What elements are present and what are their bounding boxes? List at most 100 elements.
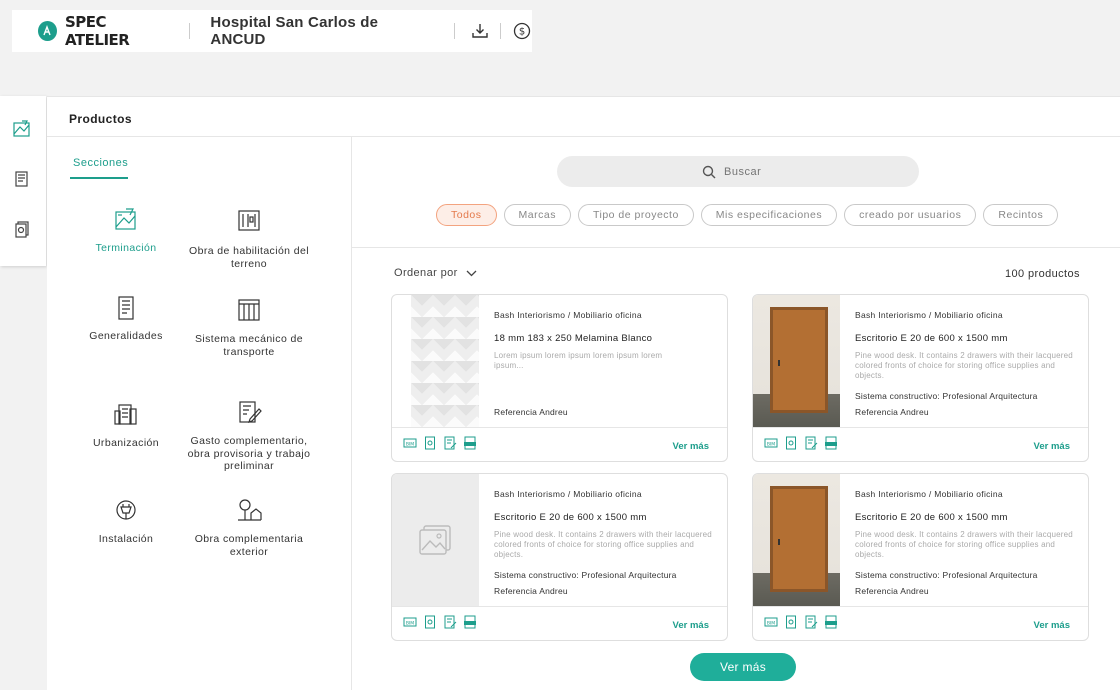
search-input[interactable] xyxy=(724,165,774,178)
card-divider xyxy=(753,606,1088,607)
bim-icon[interactable]: BIM xyxy=(763,614,778,629)
bim-icon[interactable]: BIM xyxy=(402,614,417,629)
finishes-rail-icon[interactable] xyxy=(11,118,33,140)
bim-icon[interactable]: BIM xyxy=(402,435,417,450)
dwg-icon[interactable] xyxy=(462,614,477,629)
product-name: Escritorio E 20 de 600 x 1500 mm xyxy=(494,512,647,523)
product-brand: Bash Interiorismo / Mobiliario oficina xyxy=(855,310,1003,320)
document-icon xyxy=(111,293,141,323)
file-icon[interactable] xyxy=(422,435,437,450)
documents-rail-icon[interactable] xyxy=(11,218,33,240)
product-reference: Referencia Andreu xyxy=(494,407,568,417)
section-gasto-complementario[interactable]: Gasto complementario, obra provisoria y … xyxy=(184,397,314,473)
filter-chip-marcas[interactable]: Marcas xyxy=(503,204,571,226)
elevator-icon xyxy=(234,295,264,325)
file-icon[interactable] xyxy=(783,435,798,450)
divider xyxy=(500,23,502,39)
app-name: SPEC ATELIER xyxy=(64,13,130,49)
dwg-icon[interactable] xyxy=(462,435,477,450)
product-system: Sistema constructivo: Profesional Arquit… xyxy=(855,570,1038,580)
product-name: 18 mm 183 x 250 Melamina Blanco xyxy=(494,333,653,344)
product-reference: Referencia Andreu xyxy=(855,407,929,417)
svg-text:$: $ xyxy=(518,27,524,38)
product-image xyxy=(753,474,840,606)
filter-chip-todos[interactable]: Todos xyxy=(436,204,497,226)
svg-text:BIM: BIM xyxy=(766,441,774,447)
section-urbanizacion[interactable]: Urbanización xyxy=(61,399,191,450)
product-system: Sistema constructivo: Profesional Arquit… xyxy=(855,391,1038,401)
card-divider xyxy=(392,606,727,607)
section-obra-exterior[interactable]: Obra complementaria exterior xyxy=(184,495,314,558)
product-description: Pine wood desk. It contains 2 drawers wi… xyxy=(855,351,1073,380)
product-card[interactable]: Bash Interiorismo / Mobiliario oficina E… xyxy=(391,473,728,641)
specs-rail-icon[interactable] xyxy=(11,168,33,190)
spec-sheet-icon[interactable] xyxy=(803,435,818,450)
sort-dropdown[interactable]: Ordenar por xyxy=(394,267,477,279)
filter-chip-tipo-proyecto[interactable]: Tipo de proyecto xyxy=(577,204,694,226)
dwg-icon[interactable] xyxy=(823,614,838,629)
section-label: Sistema mecánico de transporte xyxy=(195,333,303,358)
product-image xyxy=(753,295,840,427)
edit-document-icon xyxy=(234,397,264,427)
search-bar[interactable] xyxy=(557,156,919,187)
product-reference: Referencia Andreu xyxy=(494,586,568,596)
panel-header: Productos xyxy=(47,97,1120,137)
top-bar: SPEC ATELIER Hospital San Carlos de ANCU… xyxy=(12,10,532,52)
ver-mas-link[interactable]: Ver más xyxy=(1034,441,1070,452)
spec-sheet-icon[interactable] xyxy=(442,435,457,450)
section-label: Urbanización xyxy=(92,437,160,449)
filter-chip-recintos[interactable]: Recintos xyxy=(983,204,1059,226)
section-obra-habilitacion[interactable]: Obra de habilitación del terreno xyxy=(184,205,314,270)
bim-icon[interactable]: BIM xyxy=(763,435,778,450)
section-terminacion[interactable]: Terminación xyxy=(61,205,191,255)
file-icon[interactable] xyxy=(783,614,798,629)
project-title: Hospital San Carlos de ANCUD xyxy=(210,14,379,48)
section-generalidades[interactable]: Generalidades xyxy=(61,293,191,343)
section-label: Obra de habilitación del terreno xyxy=(189,245,309,270)
section-label: Obra complementaria exterior xyxy=(194,533,304,558)
product-image xyxy=(411,295,479,427)
spec-sheet-icon[interactable] xyxy=(442,614,457,629)
product-description: Pine wood desk. It contains 2 drawers wi… xyxy=(855,530,1073,559)
section-label: Terminación xyxy=(95,242,157,254)
landscape-icon xyxy=(234,495,264,525)
plug-icon xyxy=(111,495,141,525)
sort-label: Ordenar por xyxy=(394,267,458,279)
load-more-button[interactable]: Ver más xyxy=(690,653,796,681)
svg-text:BIM: BIM xyxy=(405,441,413,447)
currency-icon[interactable]: $ xyxy=(511,20,532,42)
product-reference: Referencia Andreu xyxy=(855,586,929,596)
product-card[interactable]: Bash Interiorismo / Mobiliario oficina 1… xyxy=(391,294,728,462)
ver-mas-link[interactable]: Ver más xyxy=(673,441,709,452)
image-placeholder-icon xyxy=(418,525,451,555)
logo-icon xyxy=(38,21,57,41)
finishes-icon xyxy=(111,205,141,235)
ver-mas-link[interactable]: Ver más xyxy=(1034,620,1070,631)
buildings-icon xyxy=(111,399,141,429)
divider xyxy=(189,23,191,39)
divider xyxy=(351,137,352,690)
section-sistema-mecanico[interactable]: Sistema mecánico de transporte xyxy=(184,295,314,358)
product-count: 100 productos xyxy=(1005,268,1080,280)
filter-chip-mis-especificaciones[interactable]: Mis especificaciones xyxy=(700,204,838,226)
divider xyxy=(454,23,456,39)
sections-tab[interactable]: Secciones xyxy=(73,157,128,169)
product-card[interactable]: Bash Interiorismo / Mobiliario oficina E… xyxy=(752,473,1089,641)
chevron-down-icon xyxy=(466,270,477,276)
section-instalacion[interactable]: Instalación xyxy=(61,495,191,546)
section-label: Gasto complementario, obra provisoria y … xyxy=(187,435,311,472)
spec-sheet-icon[interactable] xyxy=(803,614,818,629)
ver-mas-link[interactable]: Ver más xyxy=(673,620,709,631)
product-card[interactable]: Bash Interiorismo / Mobiliario oficina E… xyxy=(752,294,1089,462)
svg-text:BIM: BIM xyxy=(766,620,774,626)
filter-chip-creado-usuarios[interactable]: creado por usuarios xyxy=(844,204,977,226)
app-logo[interactable]: SPEC ATELIER xyxy=(38,13,169,49)
file-icon[interactable] xyxy=(422,614,437,629)
svg-text:BIM: BIM xyxy=(405,620,413,626)
product-description: Lorem ipsum lorem ipsum lorem ipsum lore… xyxy=(494,351,663,370)
dwg-icon[interactable] xyxy=(823,435,838,450)
download-icon[interactable] xyxy=(469,20,490,42)
product-brand: Bash Interiorismo / Mobiliario oficina xyxy=(494,310,642,320)
filter-chips: Todos Marcas Tipo de proyecto Mis especi… xyxy=(436,204,1059,226)
product-name: Escritorio E 20 de 600 x 1500 mm xyxy=(855,333,1008,344)
